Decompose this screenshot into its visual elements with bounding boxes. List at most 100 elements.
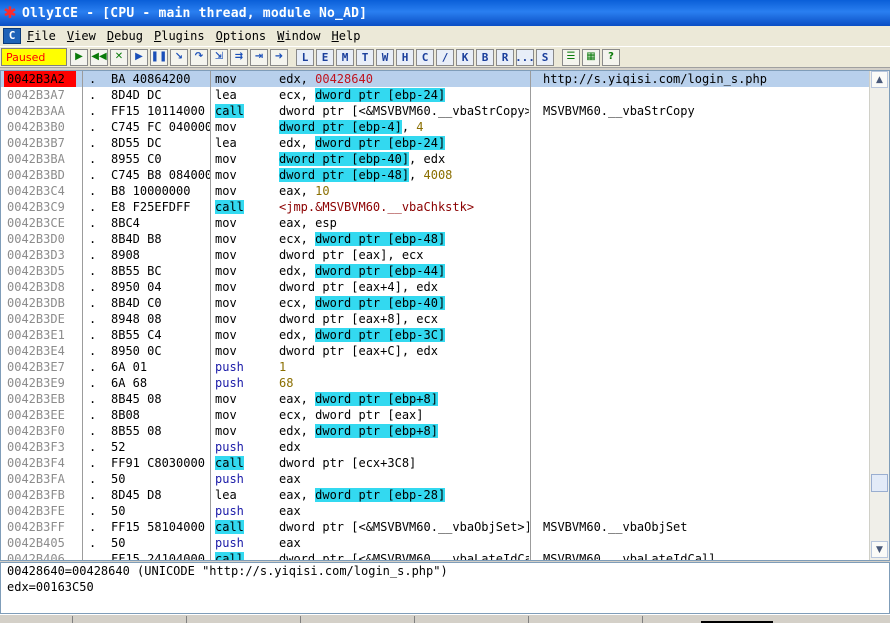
operands-cell[interactable]: edx, dword ptr [ebp-3C] [279, 327, 529, 343]
trace-over-button[interactable]: ⇉ [230, 48, 248, 66]
window-button-c[interactable]: C [416, 48, 434, 66]
operands-cell[interactable]: eax, esp [279, 215, 529, 231]
mnemonic-cell[interactable]: mov [215, 263, 271, 279]
execute-till-return-button[interactable]: ⇥ [250, 48, 268, 66]
hex-dump-cell[interactable]: 8D4D DC [111, 87, 211, 103]
list-button[interactable]: ☰ [562, 48, 580, 66]
mnemonic-cell[interactable]: call [215, 519, 271, 535]
address-cell[interactable]: 0042B3FE [7, 503, 79, 519]
comment-cell[interactable] [543, 167, 869, 183]
disasm-row[interactable]: 0042B3F4. FF91 C8030000 call dword ptr [ecx… [1, 455, 869, 471]
vertical-scrollbar[interactable]: ▲ ▼ [869, 71, 889, 560]
address-cell[interactable]: 0042B3FF [7, 519, 79, 535]
comment-cell[interactable] [543, 343, 869, 359]
address-cell[interactable]: 0042B3BD [7, 167, 79, 183]
operands-cell[interactable]: eax [279, 503, 529, 519]
window-button-w[interactable]: W [376, 48, 394, 66]
address-cell[interactable]: 0042B3D3 [7, 247, 79, 263]
mnemonic-cell[interactable]: call [215, 103, 271, 119]
operands-cell[interactable]: eax, 10 [279, 183, 529, 199]
operands-cell[interactable]: dword ptr [<&MSVBVM60.__vbaObjSet>] [279, 519, 529, 535]
hex-dump-cell[interactable]: 8BC4 [111, 215, 211, 231]
mnemonic-cell[interactable]: mov [215, 215, 271, 231]
address-cell[interactable]: 0042B3D5 [7, 263, 79, 279]
column-divider[interactable] [82, 71, 83, 560]
mnemonic-cell[interactable]: lea [215, 87, 271, 103]
disasm-row[interactable]: 0042B3F3. 52 push edx [1, 439, 869, 455]
hex-dump-cell[interactable]: 8B4D B8 [111, 231, 211, 247]
operands-cell[interactable]: edx, dword ptr [ebp+8] [279, 423, 529, 439]
operands-cell[interactable]: edx [279, 439, 529, 455]
comment-cell[interactable] [543, 295, 869, 311]
disassembly-pane[interactable]: 0042B3A2. BA 40864200 mov edx, 00428640 http… [0, 70, 890, 561]
comment-cell[interactable]: MSVBVM60.__vbaObjSet [543, 519, 869, 535]
hex-dump-cell[interactable]: 8B4D C0 [111, 295, 211, 311]
comment-cell[interactable] [543, 311, 869, 327]
address-cell[interactable]: 0042B3F0 [7, 423, 79, 439]
operands-cell[interactable]: ecx, dword ptr [ebp-48] [279, 231, 529, 247]
operands-cell[interactable]: dword ptr [ebp-4], 4 [279, 119, 529, 135]
comment-cell[interactable] [543, 327, 869, 343]
mnemonic-cell[interactable]: lea [215, 487, 271, 503]
mnemonic-cell[interactable]: mov [215, 391, 271, 407]
hex-dump-cell[interactable]: FF15 24104000 [111, 551, 211, 560]
address-cell[interactable]: 0042B3C9 [7, 199, 79, 215]
disasm-row[interactable]: 0042B3EE. 8B08 mov ecx, dword ptr [eax] [1, 407, 869, 423]
mnemonic-cell[interactable]: push [215, 535, 271, 551]
operands-cell[interactable]: <jmp.&MSVBVM60.__vbaChkstk> [279, 199, 529, 215]
hex-dump-cell[interactable]: 8B45 08 [111, 391, 211, 407]
mnemonic-cell[interactable]: mov [215, 423, 271, 439]
hex-dump-cell[interactable]: 6A 68 [111, 375, 211, 391]
hex-dump-cell[interactable]: 8B55 C4 [111, 327, 211, 343]
address-cell[interactable]: 0042B3FB [7, 487, 79, 503]
mnemonic-cell[interactable]: mov [215, 167, 271, 183]
window-button-patches[interactable]: / [436, 48, 454, 66]
disasm-row[interactable]: 0042B3FE. 50 push eax [1, 503, 869, 519]
disasm-row[interactable]: 0042B3EB. 8B45 08 mov eax, dword ptr [ebp+8… [1, 391, 869, 407]
comment-cell[interactable] [543, 183, 869, 199]
menu-debug[interactable]: Debug [107, 29, 143, 43]
scroll-down-button[interactable]: ▼ [871, 541, 888, 558]
operands-cell[interactable]: dword ptr [eax+4], edx [279, 279, 529, 295]
hex-dump-cell[interactable]: 8D45 D8 [111, 487, 211, 503]
mnemonic-cell[interactable]: mov [215, 71, 271, 87]
operands-cell[interactable]: eax, dword ptr [ebp-28] [279, 487, 529, 503]
menu-window[interactable]: Window [277, 29, 320, 43]
operands-cell[interactable]: 68 [279, 375, 529, 391]
hex-dump-cell[interactable]: 6A 01 [111, 359, 211, 375]
mnemonic-cell[interactable]: push [215, 439, 271, 455]
operands-cell[interactable]: eax, dword ptr [ebp+8] [279, 391, 529, 407]
window-button-runtrace[interactable]: ... [515, 48, 535, 66]
address-cell[interactable]: 0042B3D0 [7, 231, 79, 247]
operands-cell[interactable]: ecx, dword ptr [ebp-24] [279, 87, 529, 103]
mnemonic-cell[interactable]: mov [215, 279, 271, 295]
selected-row[interactable]: 0042B3A2. BA 40864200 mov edx, 00428640 http… [1, 71, 869, 87]
mnemonic-cell[interactable]: mov [215, 343, 271, 359]
mnemonic-cell[interactable]: push [215, 359, 271, 375]
comment-cell[interactable]: http://s.yiqisi.com/login_s.php [543, 71, 869, 87]
disasm-row[interactable]: 0042B3FA. 50 push eax [1, 471, 869, 487]
hex-dump-cell[interactable]: 52 [111, 439, 211, 455]
disasm-row[interactable]: 0042B3BD. C745 B8 08400000 mov dword ptr [e… [1, 167, 869, 183]
menu-view[interactable]: View [67, 29, 96, 43]
operands-cell[interactable]: edx, 00428640 [279, 71, 529, 87]
operands-cell[interactable]: ecx, dword ptr [eax] [279, 407, 529, 423]
window-button-h[interactable]: H [396, 48, 414, 66]
disasm-row[interactable]: 0042B3DE. 8948 08 mov dword ptr [eax+8], ec… [1, 311, 869, 327]
comment-cell[interactable] [543, 87, 869, 103]
disasm-row[interactable]: 0042B3D5. 8B55 BC mov edx, dword ptr [ebp-4… [1, 263, 869, 279]
hex-dump-cell[interactable]: 8B55 BC [111, 263, 211, 279]
operands-cell[interactable]: dword ptr [eax+C], edx [279, 343, 529, 359]
disasm-row[interactable]: 0042B3C4. B8 10000000 mov eax, 10 [1, 183, 869, 199]
column-divider[interactable] [530, 71, 531, 560]
address-cell[interactable]: 0042B3EE [7, 407, 79, 423]
disasm-row[interactable]: 0042B3B0. C745 FC 04000000 mov dword ptr [e… [1, 119, 869, 135]
comment-cell[interactable] [543, 535, 869, 551]
window-button-e[interactable]: E [316, 48, 334, 66]
disasm-row[interactable]: 0042B3E1. 8B55 C4 mov edx, dword ptr [ebp-3… [1, 327, 869, 343]
hex-dump-cell[interactable]: C745 FC 04000000 [111, 119, 211, 135]
open-button[interactable]: ▶ [70, 48, 88, 66]
ollyice-bug-icon[interactable]: ✱ [2, 5, 18, 21]
disasm-row[interactable]: 0042B3F0. 8B55 08 mov edx, dword ptr [ebp+8… [1, 423, 869, 439]
hex-dump-cell[interactable]: 8950 0C [111, 343, 211, 359]
